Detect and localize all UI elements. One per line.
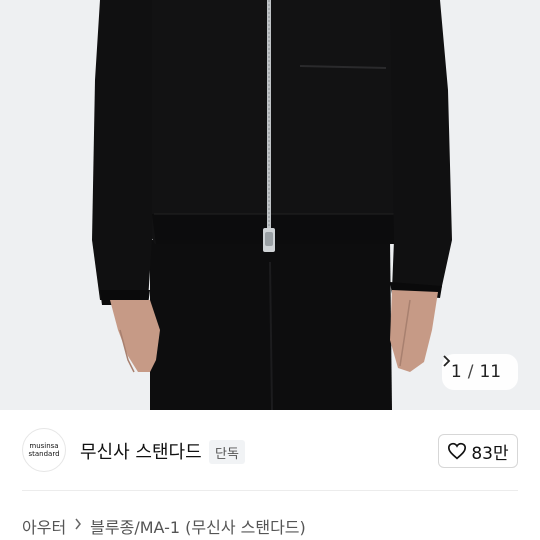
brand-logo[interactable]: musinsa standard bbox=[22, 428, 66, 472]
image-index-separator: / bbox=[467, 362, 474, 382]
exclusive-badge: 단독 bbox=[209, 440, 245, 464]
product-image-gallery[interactable]: 1 / 11 bbox=[0, 0, 540, 410]
like-button[interactable]: 83만 bbox=[438, 434, 518, 468]
section-divider bbox=[22, 490, 518, 491]
brand-logo-line2: standard bbox=[28, 450, 60, 458]
heart-icon bbox=[448, 442, 467, 460]
brand-logo-line1: musinsa bbox=[29, 442, 59, 450]
image-index-total: 11 bbox=[479, 362, 502, 382]
like-count: 83만 bbox=[471, 443, 509, 464]
breadcrumb-item-blouson[interactable]: 블루종/MA-1 (무신사 스탠다드) bbox=[90, 514, 306, 538]
image-index-current: 1 bbox=[450, 362, 462, 382]
brand-name-link[interactable]: 무신사 스탠다드 bbox=[80, 438, 202, 464]
breadcrumb: 아우터 블루종/MA-1 (무신사 스탠다드) bbox=[22, 514, 306, 538]
breadcrumb-item-outer[interactable]: 아우터 bbox=[22, 514, 66, 538]
product-photo bbox=[92, 0, 452, 410]
chevron-right-icon bbox=[74, 518, 82, 534]
image-counter-button[interactable]: 1 / 11 bbox=[442, 354, 518, 390]
